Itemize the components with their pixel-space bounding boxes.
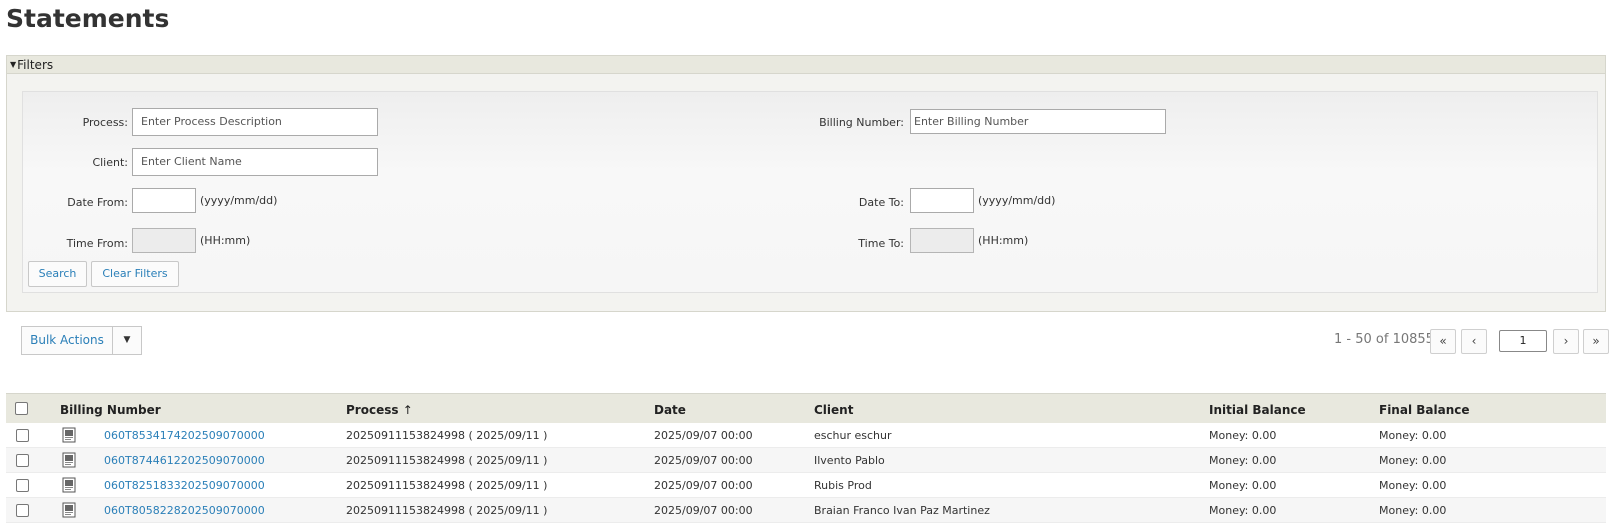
column-initial-balance[interactable]: Initial Balance bbox=[1209, 403, 1306, 417]
client-cell: Ilvento Pablo bbox=[814, 454, 885, 467]
time-from-hint: (HH:mm) bbox=[200, 234, 251, 247]
table-row[interactable]: 060T8058228202509070000 20250911153824998… bbox=[6, 498, 1606, 523]
time-to-input[interactable] bbox=[910, 228, 974, 253]
page-title: Statements bbox=[6, 4, 170, 33]
row-checkbox[interactable] bbox=[16, 504, 29, 517]
time-from-label: Time From: bbox=[66, 237, 128, 250]
time-to-label: Time To: bbox=[858, 237, 904, 250]
client-input[interactable]: Enter Client Name bbox=[132, 148, 378, 176]
last-page-button[interactable]: » bbox=[1583, 329, 1609, 354]
row-checkbox[interactable] bbox=[16, 479, 29, 492]
pagination-info: 1 - 50 of 10855 bbox=[1334, 332, 1434, 347]
previous-page-button[interactable]: ‹ bbox=[1461, 329, 1487, 354]
next-page-button[interactable]: › bbox=[1553, 329, 1579, 354]
filters-form: Process: Enter Process Description Billi… bbox=[22, 91, 1598, 293]
clear-filters-button[interactable]: Clear Filters bbox=[91, 261, 179, 287]
row-checkbox[interactable] bbox=[16, 454, 29, 467]
final-balance-cell: Money: 0.00 bbox=[1379, 479, 1447, 492]
select-all-checkbox[interactable] bbox=[15, 402, 28, 415]
initial-balance-cell: Money: 0.00 bbox=[1209, 454, 1277, 467]
filters-toggle[interactable]: ▼Filters bbox=[7, 56, 1605, 74]
column-client[interactable]: Client bbox=[814, 403, 853, 417]
billing-number-link[interactable]: 060T8251833202509070000 bbox=[104, 479, 265, 492]
column-process[interactable]: Process ↑ bbox=[346, 403, 413, 417]
date-cell: 2025/09/07 00:00 bbox=[654, 504, 753, 517]
billing-number-link[interactable]: 060T8534174202509070000 bbox=[104, 429, 265, 442]
chevron-left-icon: ‹ bbox=[1471, 334, 1477, 348]
pdf-document-icon[interactable] bbox=[62, 452, 76, 468]
first-page-button[interactable]: « bbox=[1430, 329, 1456, 354]
process-input[interactable]: Enter Process Description bbox=[132, 108, 378, 136]
filters-header-label: Filters bbox=[17, 58, 54, 72]
client-cell: Rubis Prod bbox=[814, 479, 872, 492]
bulk-actions-button[interactable]: Bulk Actions bbox=[21, 326, 113, 355]
process-label: Process: bbox=[82, 116, 128, 129]
final-balance-cell: Money: 0.00 bbox=[1379, 429, 1447, 442]
pdf-document-icon[interactable] bbox=[62, 477, 76, 493]
date-to-hint: (yyyy/mm/dd) bbox=[978, 194, 1056, 207]
column-date[interactable]: Date bbox=[654, 403, 686, 417]
initial-balance-cell: Money: 0.00 bbox=[1209, 504, 1277, 517]
client-cell: eschur eschur bbox=[814, 429, 892, 442]
column-process-label: Process bbox=[346, 403, 399, 417]
process-cell: 20250911153824998 ( 2025/09/11 ) bbox=[346, 479, 548, 492]
page-number-input[interactable]: 1 bbox=[1499, 330, 1547, 352]
billing-number-label: Billing Number: bbox=[819, 116, 904, 129]
chevron-right-icon: › bbox=[1563, 334, 1569, 348]
date-cell: 2025/09/07 00:00 bbox=[654, 429, 753, 442]
triangle-down-icon: ▼ bbox=[10, 60, 17, 69]
date-to-input[interactable] bbox=[910, 188, 974, 213]
process-cell: 20250911153824998 ( 2025/09/11 ) bbox=[346, 429, 548, 442]
bulk-actions-dropdown-toggle[interactable]: ▼ bbox=[112, 326, 142, 355]
search-button[interactable]: Search bbox=[28, 261, 87, 287]
initial-balance-cell: Money: 0.00 bbox=[1209, 479, 1277, 492]
final-balance-cell: Money: 0.00 bbox=[1379, 454, 1447, 467]
pdf-document-icon[interactable] bbox=[62, 427, 76, 443]
billing-number-input[interactable]: Enter Billing Number bbox=[910, 109, 1166, 134]
date-from-label: Date From: bbox=[67, 196, 128, 209]
process-cell: 20250911153824998 ( 2025/09/11 ) bbox=[346, 504, 548, 517]
sort-ascending-icon: ↑ bbox=[402, 403, 413, 417]
date-to-label: Date To: bbox=[858, 196, 904, 209]
table-header: Billing Number Process ↑ Date Client Ini… bbox=[6, 393, 1606, 423]
date-cell: 2025/09/07 00:00 bbox=[654, 454, 753, 467]
initial-balance-cell: Money: 0.00 bbox=[1209, 429, 1277, 442]
filters-panel: ▼Filters Process: Enter Process Descript… bbox=[6, 55, 1606, 312]
date-from-input[interactable] bbox=[132, 188, 196, 213]
billing-number-link[interactable]: 060T8058228202509070000 bbox=[104, 504, 265, 517]
double-chevron-right-icon: » bbox=[1592, 334, 1600, 348]
table-row[interactable]: 060T8534174202509070000 20250911153824998… bbox=[6, 423, 1606, 448]
double-chevron-left-icon: « bbox=[1439, 334, 1447, 348]
time-from-input[interactable] bbox=[132, 228, 196, 253]
column-billing-number[interactable]: Billing Number bbox=[60, 403, 161, 417]
date-from-hint: (yyyy/mm/dd) bbox=[200, 194, 278, 207]
final-balance-cell: Money: 0.00 bbox=[1379, 504, 1447, 517]
date-cell: 2025/09/07 00:00 bbox=[654, 479, 753, 492]
client-label: Client: bbox=[92, 156, 128, 169]
chevron-down-icon: ▼ bbox=[123, 335, 131, 345]
column-final-balance[interactable]: Final Balance bbox=[1379, 403, 1470, 417]
billing-number-link[interactable]: 060T8744612202509070000 bbox=[104, 454, 265, 467]
table-row[interactable]: 060T8744612202509070000 20250911153824998… bbox=[6, 448, 1606, 473]
process-cell: 20250911153824998 ( 2025/09/11 ) bbox=[346, 454, 548, 467]
table-row[interactable]: 060T8251833202509070000 20250911153824998… bbox=[6, 473, 1606, 498]
time-to-hint: (HH:mm) bbox=[978, 234, 1029, 247]
row-checkbox[interactable] bbox=[16, 429, 29, 442]
client-cell: Braian Franco Ivan Paz Martinez bbox=[814, 504, 990, 517]
